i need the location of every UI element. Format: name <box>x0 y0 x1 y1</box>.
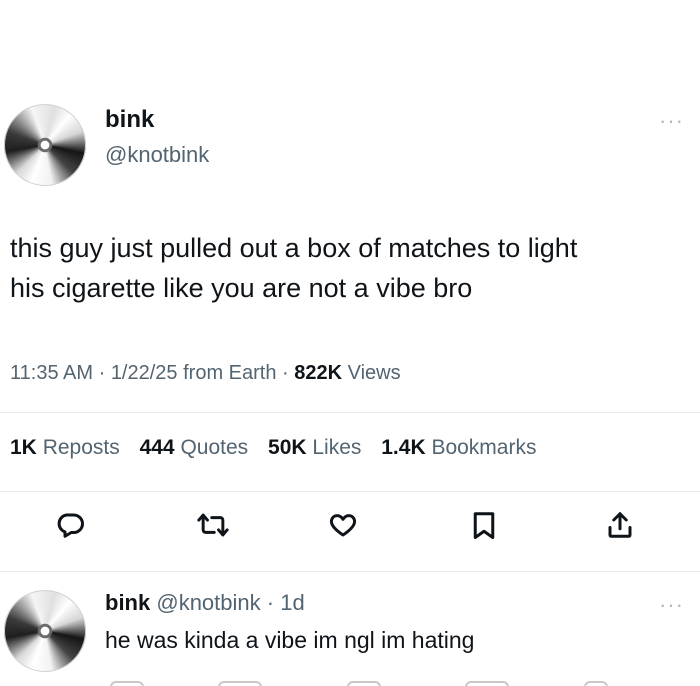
stat-label: Reposts <box>36 436 120 459</box>
engagement-stats: 1K Reposts 444 Quotes 50K Likes 1.4K Boo… <box>10 436 550 460</box>
cutoff-reply-actions <box>0 678 700 686</box>
reply-author-avatar[interactable] <box>4 590 86 672</box>
stat-bookmarks[interactable]: 1.4K Bookmarks <box>381 436 536 459</box>
reply-button[interactable] <box>50 505 90 545</box>
stat-quotes[interactable]: 444 Quotes <box>140 436 249 459</box>
meta-separator: · <box>260 590 281 615</box>
stat-count: 1.4K <box>381 436 426 459</box>
share-icon <box>608 512 632 538</box>
stat-label: Bookmarks <box>425 436 537 459</box>
stat-reposts[interactable]: 1K Reposts <box>10 436 120 459</box>
divider <box>0 491 700 492</box>
reply-author-name[interactable]: bink <box>105 590 150 615</box>
stat-count: 1K <box>10 436 37 459</box>
post-date[interactable]: 1/22/25 <box>111 362 178 384</box>
action-bar <box>0 505 700 549</box>
post-meta: 11:35 AM · 1/22/25 from Earth · 822K Vie… <box>10 362 401 385</box>
reply-author-handle[interactable]: @knotbink <box>156 590 260 615</box>
reply-text: he was kinda a vibe im ngl im hating <box>105 627 475 653</box>
divider <box>0 571 700 572</box>
more-options-icon[interactable]: ··· <box>659 108 684 134</box>
reply-header: bink @knotbink · 1d <box>105 590 305 616</box>
author-avatar[interactable] <box>4 104 86 186</box>
stat-label: Likes <box>306 436 362 459</box>
views-count[interactable]: 822K <box>294 362 342 384</box>
meta-separator: · <box>276 362 295 384</box>
bookmark-button[interactable] <box>464 505 504 545</box>
stat-likes[interactable]: 50K Likes <box>268 436 361 459</box>
repost-icon <box>197 513 229 537</box>
stat-count: 50K <box>268 436 307 459</box>
stat-count: 444 <box>139 436 175 459</box>
stat-label: Quotes <box>174 436 249 459</box>
post-time[interactable]: 11:35 AM <box>10 362 93 384</box>
like-icon <box>329 514 357 537</box>
post-text: this guy just pulled out a box of matche… <box>10 228 690 308</box>
views-label[interactable]: Views <box>342 362 401 384</box>
author-name[interactable]: bink <box>105 106 154 134</box>
post-text-line: his cigarette like you are not a vibe br… <box>10 273 473 303</box>
bookmark-icon <box>473 512 495 539</box>
post-text-line: this guy just pulled out a box of matche… <box>10 233 578 263</box>
reply-icon <box>57 513 84 538</box>
meta-separator: · <box>93 362 111 384</box>
author-handle[interactable]: @knotbink <box>105 142 209 168</box>
more-options-icon[interactable]: ··· <box>659 592 684 618</box>
like-button[interactable] <box>323 505 363 545</box>
reply-age[interactable]: 1d <box>280 590 304 615</box>
share-button[interactable] <box>600 505 640 545</box>
post-source: from Earth <box>177 362 277 384</box>
repost-button[interactable] <box>193 505 233 545</box>
divider <box>0 412 700 413</box>
